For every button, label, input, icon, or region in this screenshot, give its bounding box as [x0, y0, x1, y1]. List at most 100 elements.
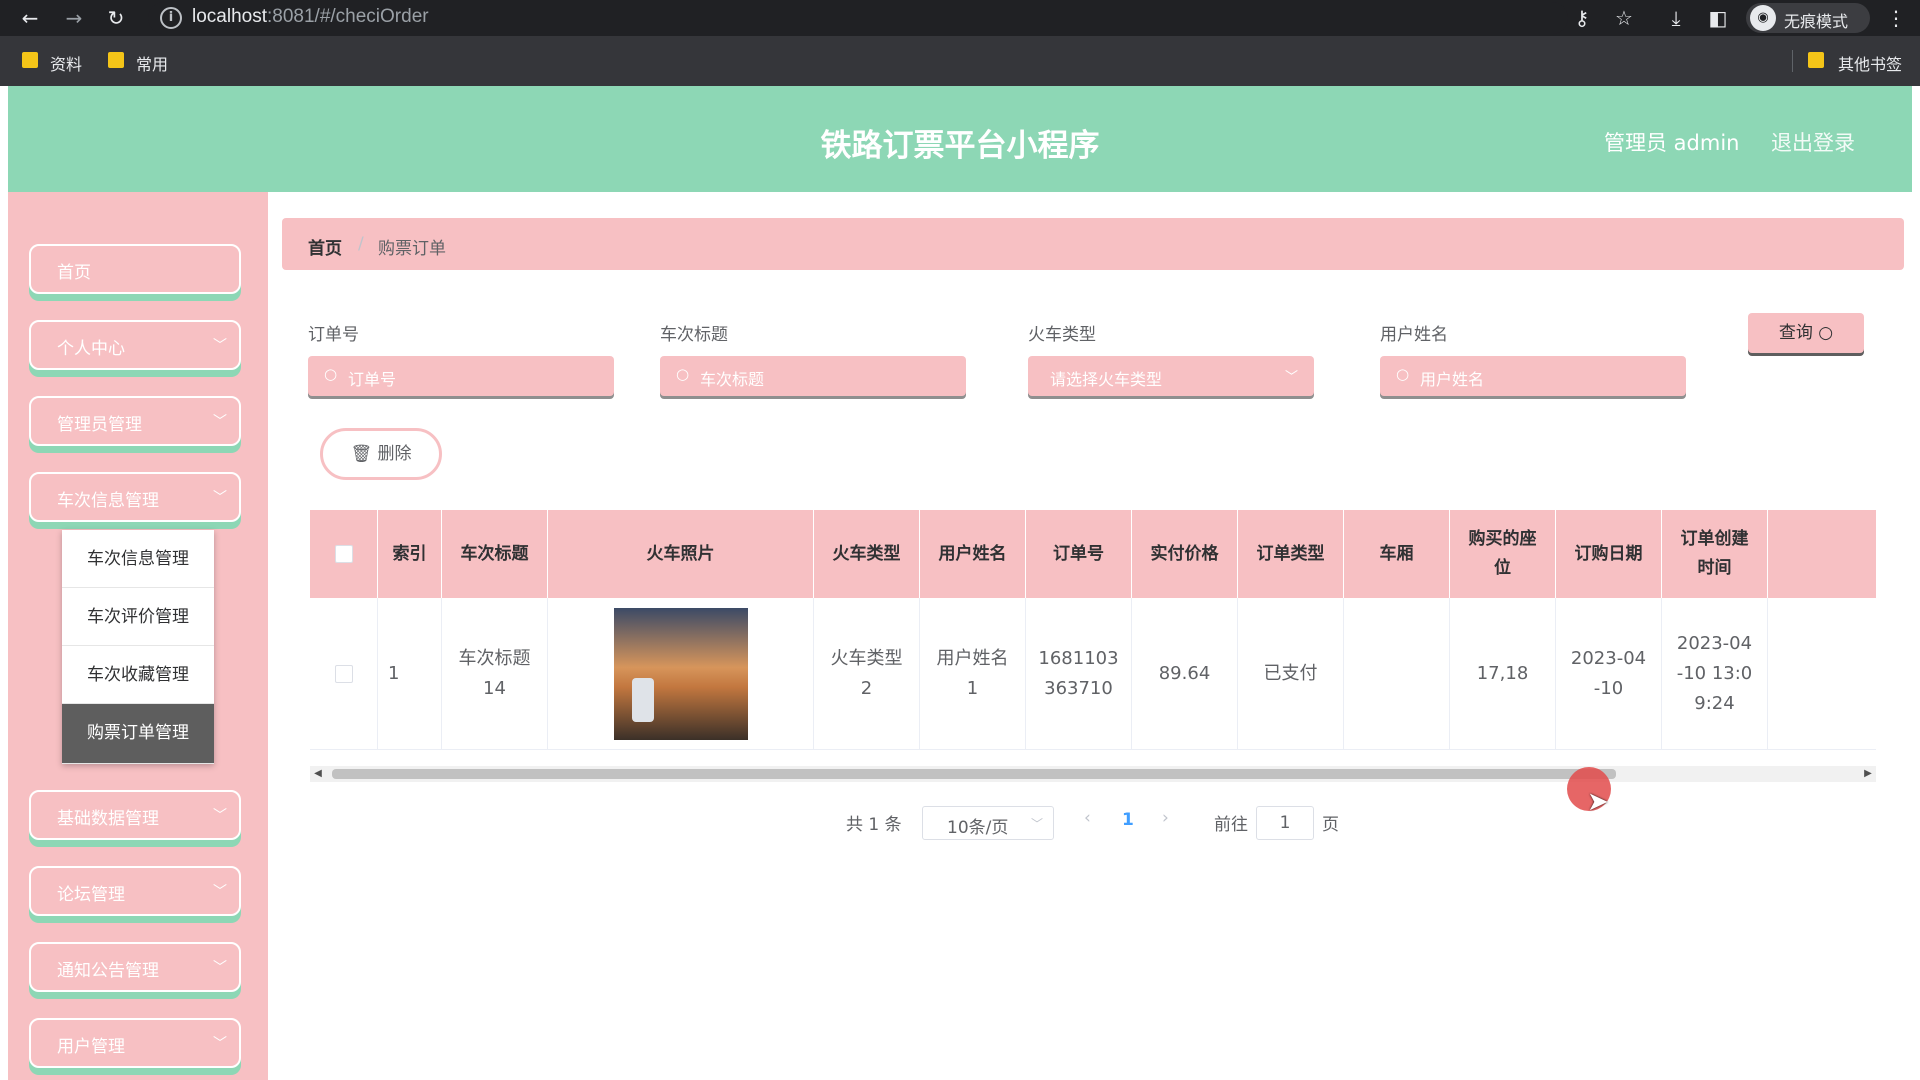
col-seat: 购买的座 位 — [1450, 510, 1556, 598]
train-title-placeholder: 车次标题 — [700, 370, 765, 389]
cell-train-title: 车次标题 14 — [442, 598, 548, 750]
train-photo-image[interactable] — [613, 608, 748, 740]
back-icon[interactable]: ← — [16, 4, 44, 32]
forward-icon[interactable]: → — [60, 4, 88, 32]
submenu-item-train-favorite[interactable]: 车次收藏管理 — [62, 646, 214, 704]
cell-train-type: 火车类型 2 — [814, 598, 920, 750]
sidebar-item-label: 管理员管理 — [57, 415, 142, 435]
user-name-input[interactable]: ○ 用户姓名 — [1380, 356, 1686, 396]
sidebar-item-users[interactable]: 用户管理 ﹀ — [29, 1018, 241, 1068]
sidebar-item-basic-data[interactable]: 基础数据管理 ﹀ — [29, 790, 241, 840]
select-all-checkbox[interactable] — [334, 545, 353, 563]
col-price: 实付价格 — [1132, 510, 1238, 598]
goto-page-input[interactable]: 1 — [1256, 806, 1314, 840]
chevron-down-icon: ﹀ — [213, 808, 227, 824]
sidebar-item-label: 车次信息管理 — [57, 491, 159, 511]
folder-icon — [108, 52, 124, 68]
folder-icon — [1808, 52, 1824, 68]
incognito-icon: ◉ — [1750, 5, 1776, 31]
order-no-label: 订单号 — [308, 325, 359, 345]
page-size-select[interactable]: 10条/页 ﹀ — [922, 806, 1054, 840]
orders-table: 索引 车次标题 火车照片 火车类型 用户姓名 订单号 实付价格 订单类型 车厢 … — [310, 510, 1876, 792]
star-icon[interactable]: ☆ — [1610, 4, 1638, 32]
col-user-name: 用户姓名 — [920, 510, 1026, 598]
chevron-down-icon: ﹀ — [213, 884, 227, 900]
submenu-item-ticket-orders[interactable]: 购票订单管理 — [62, 704, 214, 764]
bookmark-item[interactable]: 资料 — [50, 51, 82, 75]
site-info-icon[interactable]: i — [160, 7, 182, 29]
cell-order-no: 1681103 363710 — [1026, 598, 1132, 750]
sidebar-item-forum[interactable]: 论坛管理 ﹀ — [29, 866, 241, 916]
chevron-down-icon: ﹀ — [213, 960, 227, 976]
delete-button[interactable]: 🗑 删除 — [320, 428, 442, 480]
download-icon[interactable]: ⤓ — [1662, 4, 1690, 32]
col-train-photo: 火车照片 — [548, 510, 814, 598]
bookmark-item[interactable]: 常用 — [136, 51, 168, 75]
chevron-down-icon: ﹀ — [1030, 817, 1043, 831]
cell-seat: 17,18 — [1450, 598, 1556, 750]
page-number[interactable]: 1 — [1122, 810, 1134, 830]
train-shape — [631, 678, 654, 722]
breadcrumb-home[interactable]: 首页 — [308, 234, 342, 259]
scroll-left-icon[interactable]: ◀ — [310, 766, 326, 782]
next-page-icon[interactable]: › — [1162, 808, 1169, 842]
page-size-value: 10条/页 — [947, 818, 1009, 838]
cell-train-photo — [548, 598, 814, 750]
train-type-select[interactable]: 请选择火车类型 ﹀ — [1028, 356, 1314, 396]
scroll-thumb[interactable] — [332, 769, 1616, 779]
sidebar-item-label: 基础数据管理 — [57, 809, 159, 829]
scroll-right-icon[interactable]: ▶ — [1860, 766, 1876, 782]
sidebar-item-label: 个人中心 — [57, 339, 125, 359]
sidebar-item-label: 首页 — [57, 263, 91, 283]
search-icon: ○ — [1818, 323, 1834, 343]
sidebar-item-notice[interactable]: 通知公告管理 ﹀ — [29, 942, 241, 992]
menu-icon[interactable]: ⋮ — [1882, 4, 1910, 32]
col-train-type: 火车类型 — [814, 510, 920, 598]
reload-icon[interactable]: ↻ — [102, 4, 130, 32]
horizontal-scrollbar[interactable]: ◀ ▶ — [310, 766, 1876, 782]
delete-label: 删除 — [377, 444, 412, 464]
cell-index: 1 — [378, 598, 442, 750]
user-name-label: 用户姓名 — [1380, 325, 1448, 345]
prev-page-icon[interactable]: ‹ — [1084, 808, 1091, 842]
bookmark-divider — [1792, 50, 1793, 72]
cell-carriage — [1344, 598, 1450, 750]
breadcrumb — [282, 218, 1904, 270]
trash-icon: 🗑 — [350, 444, 373, 464]
col-train-title: 车次标题 — [442, 510, 548, 598]
breadcrumb-current: 购票订单 — [378, 239, 446, 259]
folder-icon — [22, 52, 38, 68]
breadcrumb-separator: / — [358, 234, 364, 254]
bookmarks-bar — [0, 36, 1920, 86]
train-title-input[interactable]: ○ 车次标题 — [660, 356, 966, 396]
sidebar-item-train-info[interactable]: 车次信息管理 ﹀ — [29, 472, 241, 522]
train-type-label: 火车类型 — [1028, 325, 1096, 345]
mouse-cursor-icon: ➤ — [1587, 787, 1609, 817]
cell-user-name: 用户姓名 1 — [920, 598, 1026, 750]
search-icon: ○ — [1396, 365, 1410, 383]
col-order-no: 订单号 — [1026, 510, 1132, 598]
chevron-down-icon: ﹀ — [213, 414, 227, 430]
chevron-down-icon: ﹀ — [213, 338, 227, 354]
incognito-label: 无痕模式 — [1784, 12, 1849, 31]
row-checkbox[interactable] — [334, 665, 353, 683]
goto-suffix: 页 — [1322, 815, 1339, 835]
sidebar-item-label: 论坛管理 — [57, 885, 125, 905]
order-no-input[interactable]: ○ 订单号 — [308, 356, 614, 396]
submenu-item-train-info[interactable]: 车次信息管理 — [62, 530, 214, 588]
submenu-item-train-review[interactable]: 车次评价管理 — [62, 588, 214, 646]
side-panel-icon[interactable]: ◧ — [1704, 4, 1732, 32]
order-no-placeholder: 订单号 — [348, 370, 397, 389]
query-button[interactable]: 查询 ○ — [1748, 313, 1864, 353]
url-text[interactable]: localhost:8081/#/checiOrder — [192, 6, 429, 28]
col-carriage: 车厢 — [1344, 510, 1450, 598]
col-order-date: 订购日期 — [1556, 510, 1662, 598]
cell-create-time: 2023-04 -10 13:0 9:24 — [1662, 598, 1768, 750]
logout-link[interactable]: 退出登录 — [1771, 127, 1855, 157]
sidebar-item-home[interactable]: 首页 — [29, 244, 241, 294]
sidebar-item-admin-management[interactable]: 管理员管理 ﹀ — [29, 396, 241, 446]
pagination-total: 共 1 条 — [846, 815, 902, 835]
sidebar-item-personal-center[interactable]: 个人中心 ﹀ — [29, 320, 241, 370]
other-bookmarks[interactable]: 其他书签 — [1838, 51, 1902, 75]
key-icon[interactable]: ⚷ — [1568, 4, 1596, 32]
